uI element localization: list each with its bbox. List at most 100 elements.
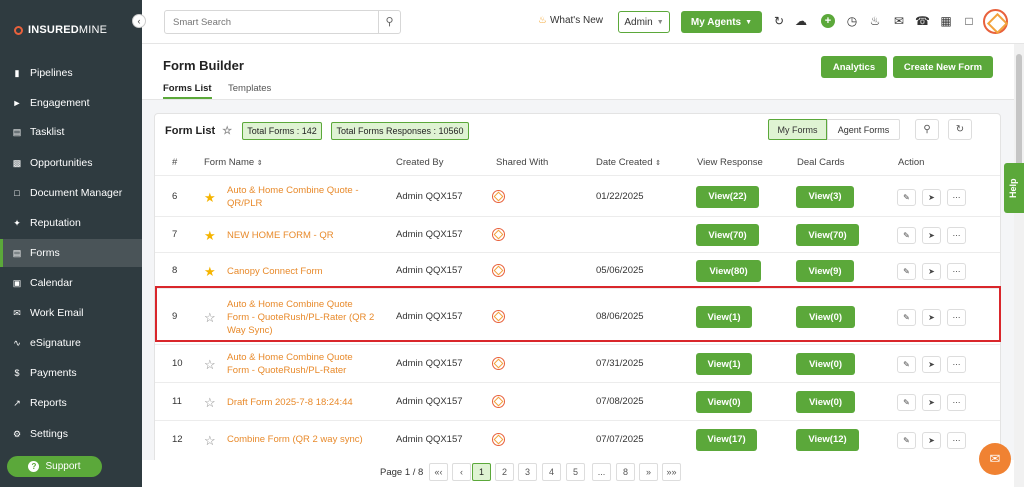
page-button[interactable]: 5: [566, 463, 585, 481]
search-icon[interactable]: ⚲: [915, 119, 939, 140]
table-row[interactable]: 7 ★ NEW HOME FORM - QR Admin QQX157 View(70)…: [155, 216, 1000, 252]
avatar[interactable]: [983, 9, 1008, 34]
form-name-link[interactable]: Auto & Home Combine Quote - QR/PLR: [227, 184, 397, 210]
messages-icon[interactable]: ✉: [892, 14, 906, 28]
page-button[interactable]: »»: [662, 463, 681, 481]
more-options-icon[interactable]: ⋯: [947, 263, 966, 280]
sidebar-item-reports[interactable]: ↗ Reports: [0, 389, 142, 417]
form-name-link[interactable]: NEW HOME FORM - QR: [227, 229, 397, 242]
agent-forms-toggle[interactable]: Agent Forms: [827, 119, 900, 140]
shared-with-icon[interactable]: [492, 228, 505, 241]
table-row[interactable]: 10 ☆ Auto & Home Combine Quote Form - Quote…: [155, 344, 1000, 382]
collapse-sidebar-button[interactable]: ‹: [132, 14, 146, 28]
edit-icon[interactable]: ✎: [897, 356, 916, 373]
col-date-created[interactable]: Date Created ⇕: [596, 157, 661, 168]
deal-cards-button[interactable]: View(70): [796, 224, 859, 246]
bell-icon[interactable]: ♨: [868, 14, 882, 28]
send-icon[interactable]: ➤: [922, 309, 941, 326]
sidebar-item-payments[interactable]: $ Payments: [0, 359, 142, 387]
form-name-link[interactable]: Auto & Home Combine Quote Form - QuoteRus…: [227, 351, 397, 377]
clock-icon[interactable]: ◷: [845, 14, 859, 28]
view-response-button[interactable]: View(17): [696, 428, 757, 451]
page-button[interactable]: ...: [592, 463, 611, 481]
deal-cards-button[interactable]: View(12): [796, 428, 859, 451]
search-input[interactable]: [165, 11, 378, 33]
sidebar-item-esignature[interactable]: ∿ eSignature: [0, 329, 142, 357]
form-name-link[interactable]: Canopy Connect Form: [227, 265, 397, 278]
view-response-button[interactable]: View(0): [696, 391, 752, 413]
edit-icon[interactable]: ✎: [897, 394, 916, 411]
deal-cards-button[interactable]: View(0): [796, 306, 855, 328]
more-options-icon[interactable]: ⋯: [947, 394, 966, 411]
star-filled-icon[interactable]: ★: [204, 264, 216, 280]
view-response-button[interactable]: View(1): [696, 306, 752, 328]
view-response-button[interactable]: View(80): [696, 260, 761, 282]
my-forms-toggle[interactable]: My Forms: [768, 119, 827, 140]
search-icon[interactable]: ⚲: [378, 11, 400, 33]
whats-new-link[interactable]: ♨ What's New: [538, 15, 603, 26]
sidebar-item-engagement[interactable]: ► Engagement: [0, 89, 142, 117]
form-name-link[interactable]: Draft Form 2025-7-8 18:24:44: [227, 396, 397, 409]
analytics-button[interactable]: Analytics: [821, 56, 887, 78]
view-response-button[interactable]: View(22): [696, 185, 759, 208]
shared-with-icon[interactable]: [492, 310, 505, 323]
sidebar-item-forms[interactable]: ▤ Forms: [0, 239, 142, 267]
send-icon[interactable]: ➤: [922, 188, 941, 206]
deal-cards-button[interactable]: View(0): [796, 391, 855, 413]
edit-icon[interactable]: ✎: [897, 227, 916, 244]
sidebar-item-reputation[interactable]: ✦ Reputation: [0, 209, 142, 237]
table-row[interactable]: 12 ☆ Combine Form (QR 2 way sync) Admin QQX…: [155, 420, 1000, 457]
send-icon[interactable]: ➤: [922, 394, 941, 411]
scrollbar[interactable]: [1014, 44, 1024, 487]
create-new-form-button[interactable]: Create New Form: [893, 56, 993, 78]
col-form-name[interactable]: Form Name ⇕: [204, 157, 263, 168]
my-agents-button[interactable]: My Agents ▼: [681, 11, 762, 33]
sidebar-item-document-manager[interactable]: □ Document Manager: [0, 179, 142, 207]
view-response-button[interactable]: View(1): [696, 353, 752, 375]
star-outline-icon[interactable]: ☆: [204, 357, 216, 373]
star-filled-icon[interactable]: ★: [204, 190, 216, 206]
page-button[interactable]: »: [639, 463, 658, 481]
shared-with-icon[interactable]: [492, 395, 505, 408]
page-button[interactable]: 2: [495, 463, 514, 481]
edit-icon[interactable]: ✎: [897, 263, 916, 280]
more-options-icon[interactable]: ⋯: [947, 356, 966, 373]
deal-cards-button[interactable]: View(3): [796, 185, 854, 208]
form-name-link[interactable]: Auto & Home Combine Quote Form - QuoteRus…: [227, 298, 397, 337]
more-options-icon[interactable]: ⋯: [947, 431, 966, 449]
page-button[interactable]: ‹: [452, 463, 471, 481]
table-row[interactable]: 11 ☆ Draft Form 2025-7-8 18:24:44 Admin QQX…: [155, 382, 1000, 420]
deal-cards-button[interactable]: View(9): [796, 260, 854, 282]
star-filled-icon[interactable]: ★: [204, 228, 216, 244]
table-row[interactable]: 6 ★ Auto & Home Combine Quote - QR/PLR Admin…: [155, 175, 1000, 216]
send-icon[interactable]: ➤: [922, 431, 941, 449]
add-icon[interactable]: +: [821, 14, 835, 28]
calculator-icon[interactable]: □: [962, 14, 976, 28]
page-button[interactable]: 4: [542, 463, 561, 481]
sidebar-item-pipelines[interactable]: ▮ Pipelines: [0, 59, 142, 87]
send-icon[interactable]: ➤: [922, 356, 941, 373]
refresh-icon[interactable]: ↻: [948, 119, 972, 140]
cloud-icon[interactable]: ☁: [794, 14, 808, 28]
help-tab[interactable]: Help: [1004, 163, 1024, 213]
tab-templates[interactable]: Templates: [228, 83, 271, 97]
chip-icon[interactable]: ▦: [939, 14, 953, 28]
deal-cards-button[interactable]: View(0): [796, 353, 855, 375]
send-icon[interactable]: ➤: [922, 263, 941, 280]
sidebar-item-calendar[interactable]: ▣ Calendar: [0, 269, 142, 297]
shared-with-icon[interactable]: [492, 264, 505, 277]
shared-with-icon[interactable]: [492, 189, 505, 203]
tab-forms-list[interactable]: Forms List: [163, 83, 212, 99]
sidebar-item-settings[interactable]: ⚙ Settings: [0, 420, 142, 448]
page-button[interactable]: 1: [472, 463, 491, 481]
sidebar-item-tasklist[interactable]: ▤ Tasklist: [0, 118, 142, 146]
send-icon[interactable]: ➤: [922, 227, 941, 244]
page-button[interactable]: 3: [518, 463, 537, 481]
more-options-icon[interactable]: ⋯: [947, 227, 966, 244]
more-options-icon[interactable]: ⋯: [947, 188, 966, 206]
refresh-icon[interactable]: ↻: [772, 14, 786, 28]
edit-icon[interactable]: ✎: [897, 188, 916, 206]
edit-icon[interactable]: ✎: [897, 309, 916, 326]
table-row[interactable]: 9 ☆ Auto & Home Combine Quote Form - QuoteR…: [155, 288, 1000, 344]
star-outline-icon[interactable]: ☆: [204, 310, 216, 326]
